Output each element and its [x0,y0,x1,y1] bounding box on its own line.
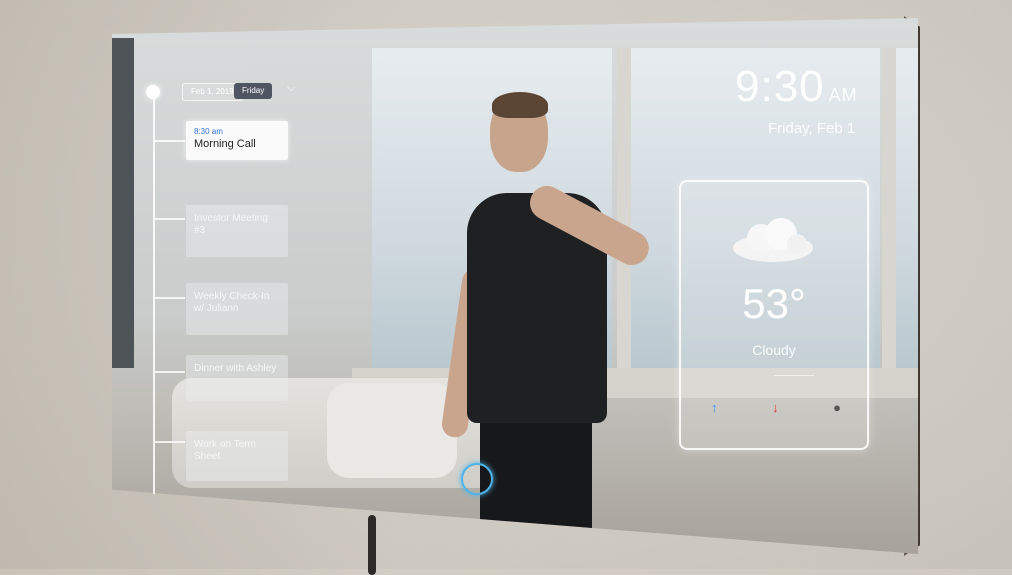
calendar-event[interactable]: Weekly Check-In w/ Juliann [186,283,288,335]
reflection-mullion [882,48,896,388]
droplet-icon: ● [833,400,841,415]
timeline-tick [155,218,185,220]
reflection-door [112,38,134,368]
clock-time: 9:30 AM [735,62,858,112]
cloud-icon [733,218,813,262]
weather-card[interactable]: 53° Cloudy ↑ ↓ ● [679,180,869,450]
weather-condition: Cloudy [752,342,796,358]
reflection-window [896,48,918,378]
reflection-pillow [327,383,457,478]
clock-date: Friday, Feb 1 [768,120,856,137]
weather-divider [774,375,814,376]
weather-stats: ↑ ↓ ● [711,400,841,415]
weather-temperature: 53° [742,280,806,327]
timeline-tick [155,371,185,373]
chevron-down-icon[interactable]: ⌵ [287,82,295,95]
event-title: Morning Call [194,138,256,150]
calendar-event[interactable]: 8:30 am Morning Call [186,121,288,160]
calendar-event[interactable]: Dinner with Ashley [186,355,288,401]
clock-hours: 9:30 [735,62,825,111]
event-title: Weekly Check-In w/ Juliann [194,291,270,314]
arrow-up-icon: ↑ [711,400,718,415]
person-hair [492,92,548,118]
touch-indicator [461,463,493,495]
day-chip[interactable]: Friday [234,83,273,99]
timeline-tick [155,297,185,299]
arrow-down-icon: ↓ [772,400,779,415]
event-time: 8:30 am [194,127,223,136]
power-cable [368,515,376,575]
timeline-tick [155,441,185,443]
calendar-event[interactable]: Investor Meeting #3 [186,205,288,257]
event-title: Investor Meeting #3 [194,213,268,236]
reflection-mullion [617,48,631,388]
event-title: Dinner with Ashley [194,363,277,374]
event-title: Work on Term Sheet [194,439,256,462]
timeline-current-dot [146,85,160,99]
clock-ampm: AM [828,85,858,105]
calendar-event[interactable]: Work on Term Sheet [186,431,288,481]
timeline-line [153,94,155,494]
timeline-tick [155,140,185,142]
